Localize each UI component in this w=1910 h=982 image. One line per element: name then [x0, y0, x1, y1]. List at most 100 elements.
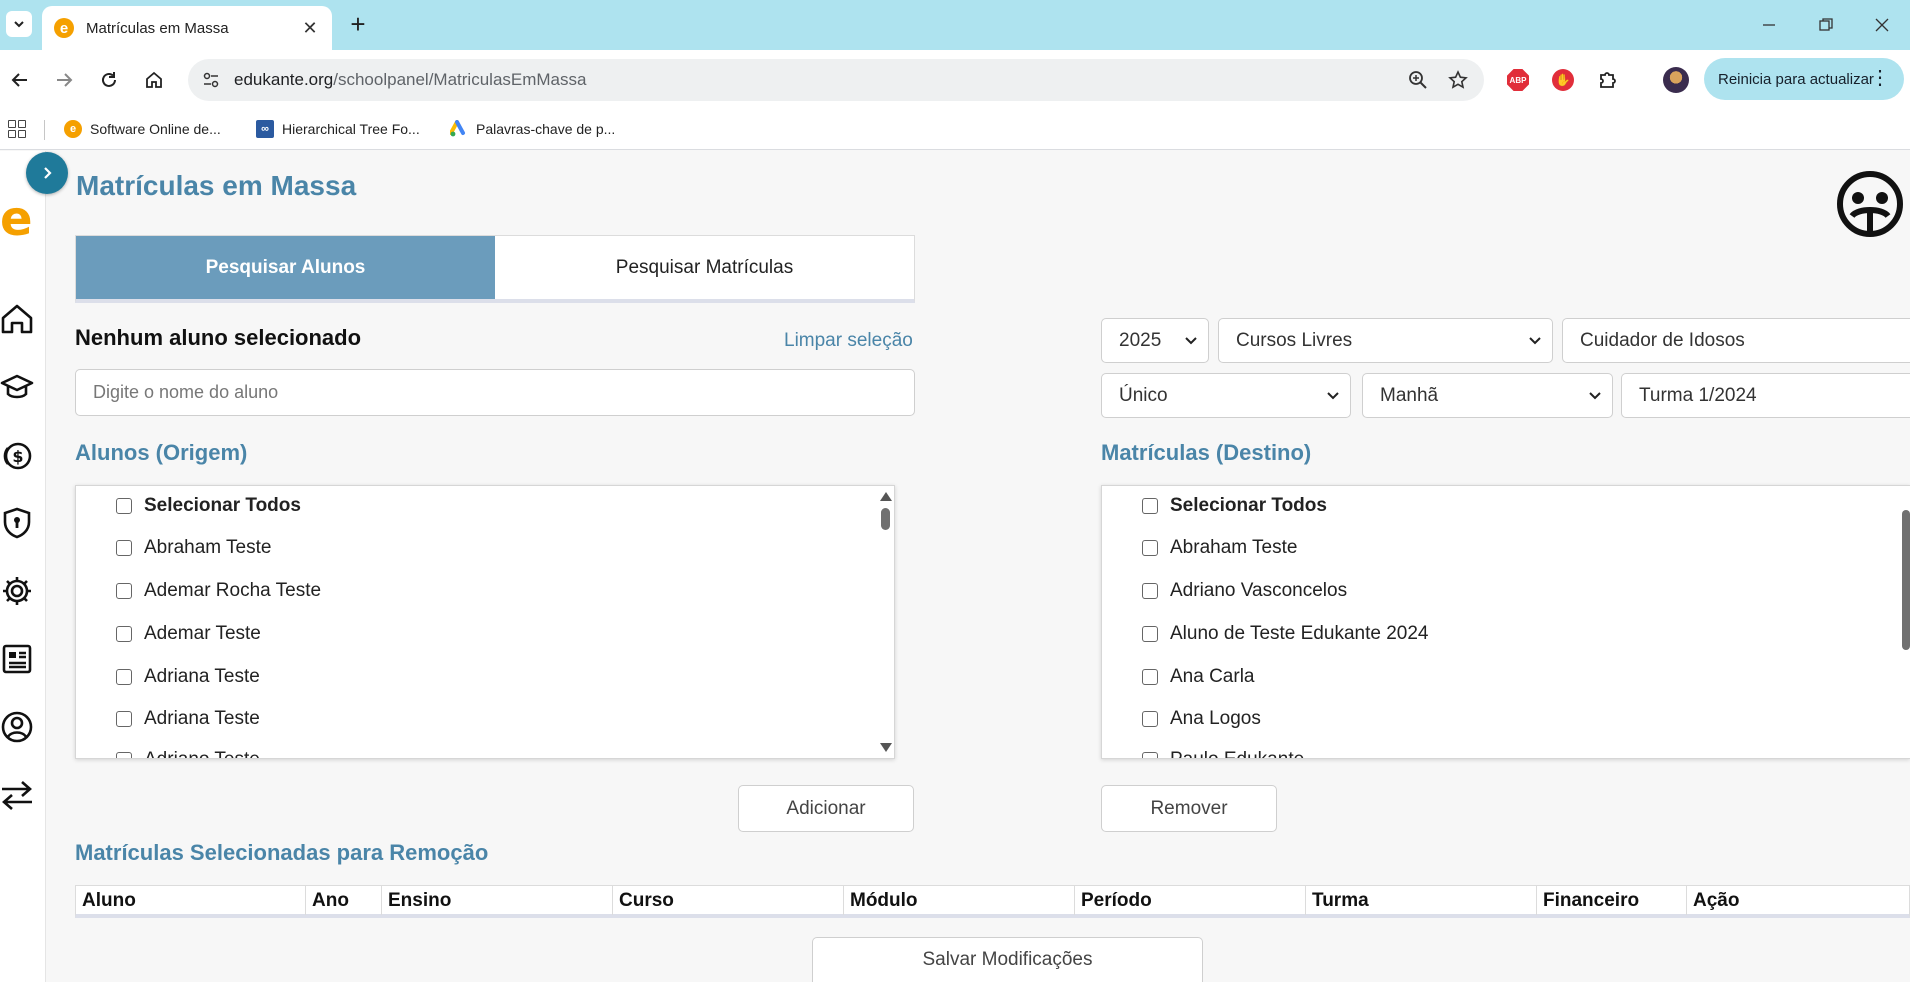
home-button[interactable]: [140, 66, 168, 94]
address-bar[interactable]: edukante.org/schoolpanel/MatriculasEmMas…: [188, 59, 1484, 101]
list-item[interactable]: Abraham Teste: [116, 533, 271, 563]
home-icon[interactable]: [0, 299, 34, 339]
checkbox[interactable]: [1142, 669, 1158, 685]
transfer-arrows-icon[interactable]: [0, 775, 34, 815]
scrollbar[interactable]: [876, 486, 894, 758]
scrollbar[interactable]: [1900, 486, 1910, 758]
minimize-window-button[interactable]: [1754, 12, 1784, 38]
user-avatar-icon[interactable]: [1836, 170, 1904, 238]
profile-avatar[interactable]: [1661, 65, 1691, 95]
list-item[interactable]: Adriana Teste: [116, 662, 260, 692]
bookmark-item[interactable]: e Software Online de...: [64, 118, 221, 140]
add-button[interactable]: Adicionar: [738, 785, 914, 832]
list-item[interactable]: Adriana Teste: [116, 704, 260, 734]
class-select[interactable]: Turma 1/2024: [1621, 373, 1910, 418]
removal-section-title: Matrículas Selecionadas para Remoção: [75, 840, 489, 865]
reload-button[interactable]: [95, 66, 123, 94]
checkbox[interactable]: [1142, 711, 1158, 727]
column-header[interactable]: Aluno: [76, 886, 306, 915]
browser-tab-active[interactable]: e Matrículas em Massa ✕: [42, 6, 332, 50]
select-all-destination[interactable]: Selecionar Todos: [1142, 491, 1327, 521]
forward-button[interactable]: [50, 66, 78, 94]
list-item[interactable]: Aluno de Teste Edukante 2024: [1142, 619, 1428, 649]
period-select[interactable]: Manhã: [1362, 373, 1613, 418]
column-header[interactable]: Financeiro: [1537, 886, 1687, 915]
list-item[interactable]: Ana Logos: [1142, 704, 1261, 734]
tab-title: Matrículas em Massa: [86, 19, 229, 37]
kebab-menu-icon[interactable]: ⋮: [1870, 68, 1890, 88]
user-circle-icon[interactable]: [0, 707, 34, 747]
list-item[interactable]: Adriano Teste: [116, 745, 260, 758]
document-icon[interactable]: [0, 639, 34, 679]
tab-search-enrollments[interactable]: Pesquisar Matrículas: [495, 236, 914, 299]
destination-list-title: Matrículas (Destino): [1101, 440, 1312, 465]
adblock-plus-icon[interactable]: ABP: [1503, 65, 1533, 95]
scroll-thumb[interactable]: [881, 508, 890, 530]
checkbox[interactable]: [1142, 583, 1158, 599]
column-header[interactable]: Período: [1075, 886, 1306, 915]
graduation-cap-icon[interactable]: [0, 367, 34, 407]
bookmark-item[interactable]: ∞ Hierarchical Tree Fo...: [256, 118, 420, 140]
checkbox[interactable]: [1142, 540, 1158, 556]
edukante-logo[interactable]: e: [0, 195, 36, 243]
site-info-icon[interactable]: [200, 69, 222, 91]
checkbox[interactable]: [1142, 752, 1158, 758]
destination-enrollment-list[interactable]: Selecionar Todos Abraham Teste Adriano V…: [1101, 485, 1910, 759]
teaching-select[interactable]: Cursos Livres: [1218, 318, 1553, 363]
gear-icon[interactable]: [0, 571, 34, 611]
list-item[interactable]: Ademar Teste: [116, 619, 261, 649]
close-window-button[interactable]: [1867, 12, 1897, 38]
column-header[interactable]: Ensino: [382, 886, 613, 915]
checkbox[interactable]: [1142, 498, 1158, 514]
module-select[interactable]: Único: [1101, 373, 1351, 418]
checkbox[interactable]: [116, 711, 132, 727]
back-button[interactable]: [6, 66, 34, 94]
chevron-down-icon: [1324, 387, 1342, 405]
bookmark-star-icon[interactable]: [1444, 66, 1472, 94]
list-item[interactable]: Ana Carla: [1142, 662, 1255, 692]
puzzle-icon[interactable]: [1593, 65, 1623, 95]
column-header[interactable]: Curso: [613, 886, 844, 915]
clear-selection-link[interactable]: Limpar seleção: [784, 330, 913, 352]
update-browser-button[interactable]: Reinicia para actualizar ⋮: [1704, 58, 1904, 100]
save-changes-button[interactable]: Salvar Modificações: [812, 937, 1203, 982]
close-tab-icon[interactable]: ✕: [300, 18, 320, 39]
remove-button[interactable]: Remover: [1101, 785, 1277, 832]
zoom-icon[interactable]: [1404, 66, 1432, 94]
list-item[interactable]: Abraham Teste: [1142, 533, 1297, 563]
scroll-up-arrow-icon[interactable]: [880, 492, 892, 501]
scroll-down-arrow-icon[interactable]: [880, 743, 892, 752]
column-header[interactable]: Ano: [306, 886, 382, 915]
column-header[interactable]: Módulo: [844, 886, 1075, 915]
coins-icon[interactable]: $: [0, 435, 34, 475]
select-all-source[interactable]: Selecionar Todos: [116, 491, 301, 521]
tab-search-button[interactable]: [6, 11, 32, 37]
list-item[interactable]: Ademar Rocha Teste: [116, 576, 321, 606]
restore-window-button[interactable]: [1811, 12, 1841, 38]
new-tab-button[interactable]: +: [344, 10, 372, 38]
tab-search-students[interactable]: Pesquisar Alunos: [76, 236, 495, 299]
column-header[interactable]: Ação: [1687, 886, 1910, 915]
checkbox[interactable]: [116, 583, 132, 599]
checkbox[interactable]: [116, 540, 132, 556]
student-search-input[interactable]: [75, 369, 915, 416]
checkbox[interactable]: [116, 498, 132, 514]
checkbox[interactable]: [1142, 626, 1158, 642]
checkbox[interactable]: [116, 669, 132, 685]
url-text: edukante.org/schoolpanel/MatriculasEmMas…: [234, 70, 587, 89]
checkbox[interactable]: [116, 626, 132, 642]
list-item[interactable]: Paulo Edukante: [1142, 745, 1304, 758]
year-select[interactable]: 2025: [1101, 318, 1209, 363]
column-header[interactable]: Turma: [1306, 886, 1537, 915]
source-student-list[interactable]: Selecionar Todos Abraham Teste Ademar Ro…: [75, 485, 895, 759]
scroll-thumb[interactable]: [1902, 510, 1910, 650]
browser-toolbar: edukante.org/schoolpanel/MatriculasEmMas…: [0, 50, 1910, 108]
stop-extension-icon[interactable]: ✋: [1548, 65, 1578, 95]
checkbox[interactable]: [116, 752, 132, 758]
apps-grid-icon[interactable]: [8, 120, 26, 138]
bookmark-item[interactable]: Palavras-chave de p...: [450, 118, 615, 140]
shield-icon[interactable]: [0, 503, 34, 543]
sidebar-expand-button[interactable]: [26, 152, 68, 194]
list-item[interactable]: Adriano Vasconcelos: [1142, 576, 1347, 606]
course-select[interactable]: Cuidador de Idosos: [1562, 318, 1910, 363]
